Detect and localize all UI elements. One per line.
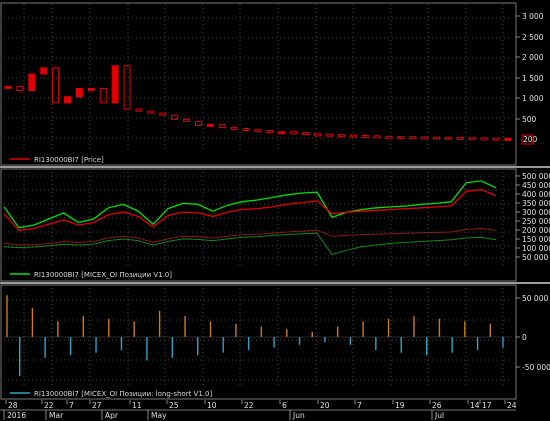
time-day-label: 11 <box>132 401 142 410</box>
time-month-label: Apr <box>105 411 119 420</box>
y-axis-label: 350 000 <box>522 199 550 208</box>
y-axis-label: 0 <box>522 333 527 342</box>
y-axis-label: -50 000 <box>522 363 550 372</box>
time-day-label: 24 <box>507 401 517 410</box>
y-axis-label: 1 500 <box>522 74 544 83</box>
y-axes: 3 000 2 500 2 000 1 500 1 000 500 500 000450 0… <box>516 12 550 372</box>
time-month-label: 2016 <box>7 411 26 420</box>
y-axis-label: 500 000 <box>522 172 550 181</box>
time-day-label: 17 <box>482 401 492 410</box>
time-day-label: 19 <box>395 401 405 410</box>
time-day-label: 6 <box>282 401 287 410</box>
price-candle <box>28 73 36 91</box>
y-axis-label: 50 000 <box>522 253 548 262</box>
price-candle <box>278 131 286 135</box>
time-month-label: Mar <box>49 411 64 420</box>
y-axis-label: 2 500 <box>522 33 544 42</box>
y-axis-label: 1 000 <box>522 94 544 103</box>
time-day-label: 10 <box>207 401 217 410</box>
y-axis-label: 250 000 <box>522 217 550 226</box>
time-day-label: 25 <box>169 401 179 410</box>
time-day-label: 22 <box>44 401 54 410</box>
y-axis-label: 500 <box>522 115 537 124</box>
price-candle <box>504 137 512 141</box>
time-month-label: May <box>151 411 167 420</box>
time-day-label: 14 <box>470 401 480 410</box>
y-axis-label: 400 000 <box>522 190 550 199</box>
price-legend-label: RI130000BI7 [Price] <box>34 156 104 164</box>
time-month-label: Jul <box>434 411 444 420</box>
time-day-label: 20 <box>320 401 330 410</box>
time-day-label: 27 <box>92 401 102 410</box>
y-axis-label: 200 000 <box>522 226 550 235</box>
price-candle <box>64 96 72 104</box>
time-day-label: 7 <box>69 401 74 410</box>
price-candle <box>111 65 119 104</box>
price-panel[interactable] <box>0 2 517 166</box>
ls-legend-label: RI130000BI7 [MICEX_OI Позиции: long-shor… <box>34 390 212 398</box>
time-month-label: Jun <box>292 411 305 420</box>
time-day-label: 22 <box>244 401 254 410</box>
y-axis-label: 300 000 <box>522 208 550 217</box>
time-day-label: 7 <box>357 401 362 410</box>
price-candle <box>4 85 12 89</box>
y-axis-label: 50 000 <box>522 294 548 303</box>
last-price-label: 200 <box>523 135 538 144</box>
trading-chart[interactable]: 3 000 2 500 2 000 1 500 1 000 500 500 000450 0… <box>0 0 550 421</box>
y-axis-label: 3 000 <box>522 12 544 21</box>
price-candle <box>75 87 83 98</box>
price-candle <box>87 87 95 91</box>
ls-panel[interactable] <box>0 284 517 400</box>
price-candle <box>206 123 214 127</box>
oi-legend-label: RI130000BI7 [MICEX_OI Позиции V1.0] <box>34 271 172 279</box>
price-candle <box>40 67 48 75</box>
time-day-label: 28 <box>8 401 18 410</box>
y-axis-label: 100 000 <box>522 244 550 253</box>
time-day-label: 26 <box>432 401 442 410</box>
y-axis-label: 150 000 <box>522 235 550 244</box>
y-axis-label: 2 000 <box>522 53 544 62</box>
y-axis-label: 450 000 <box>522 181 550 190</box>
